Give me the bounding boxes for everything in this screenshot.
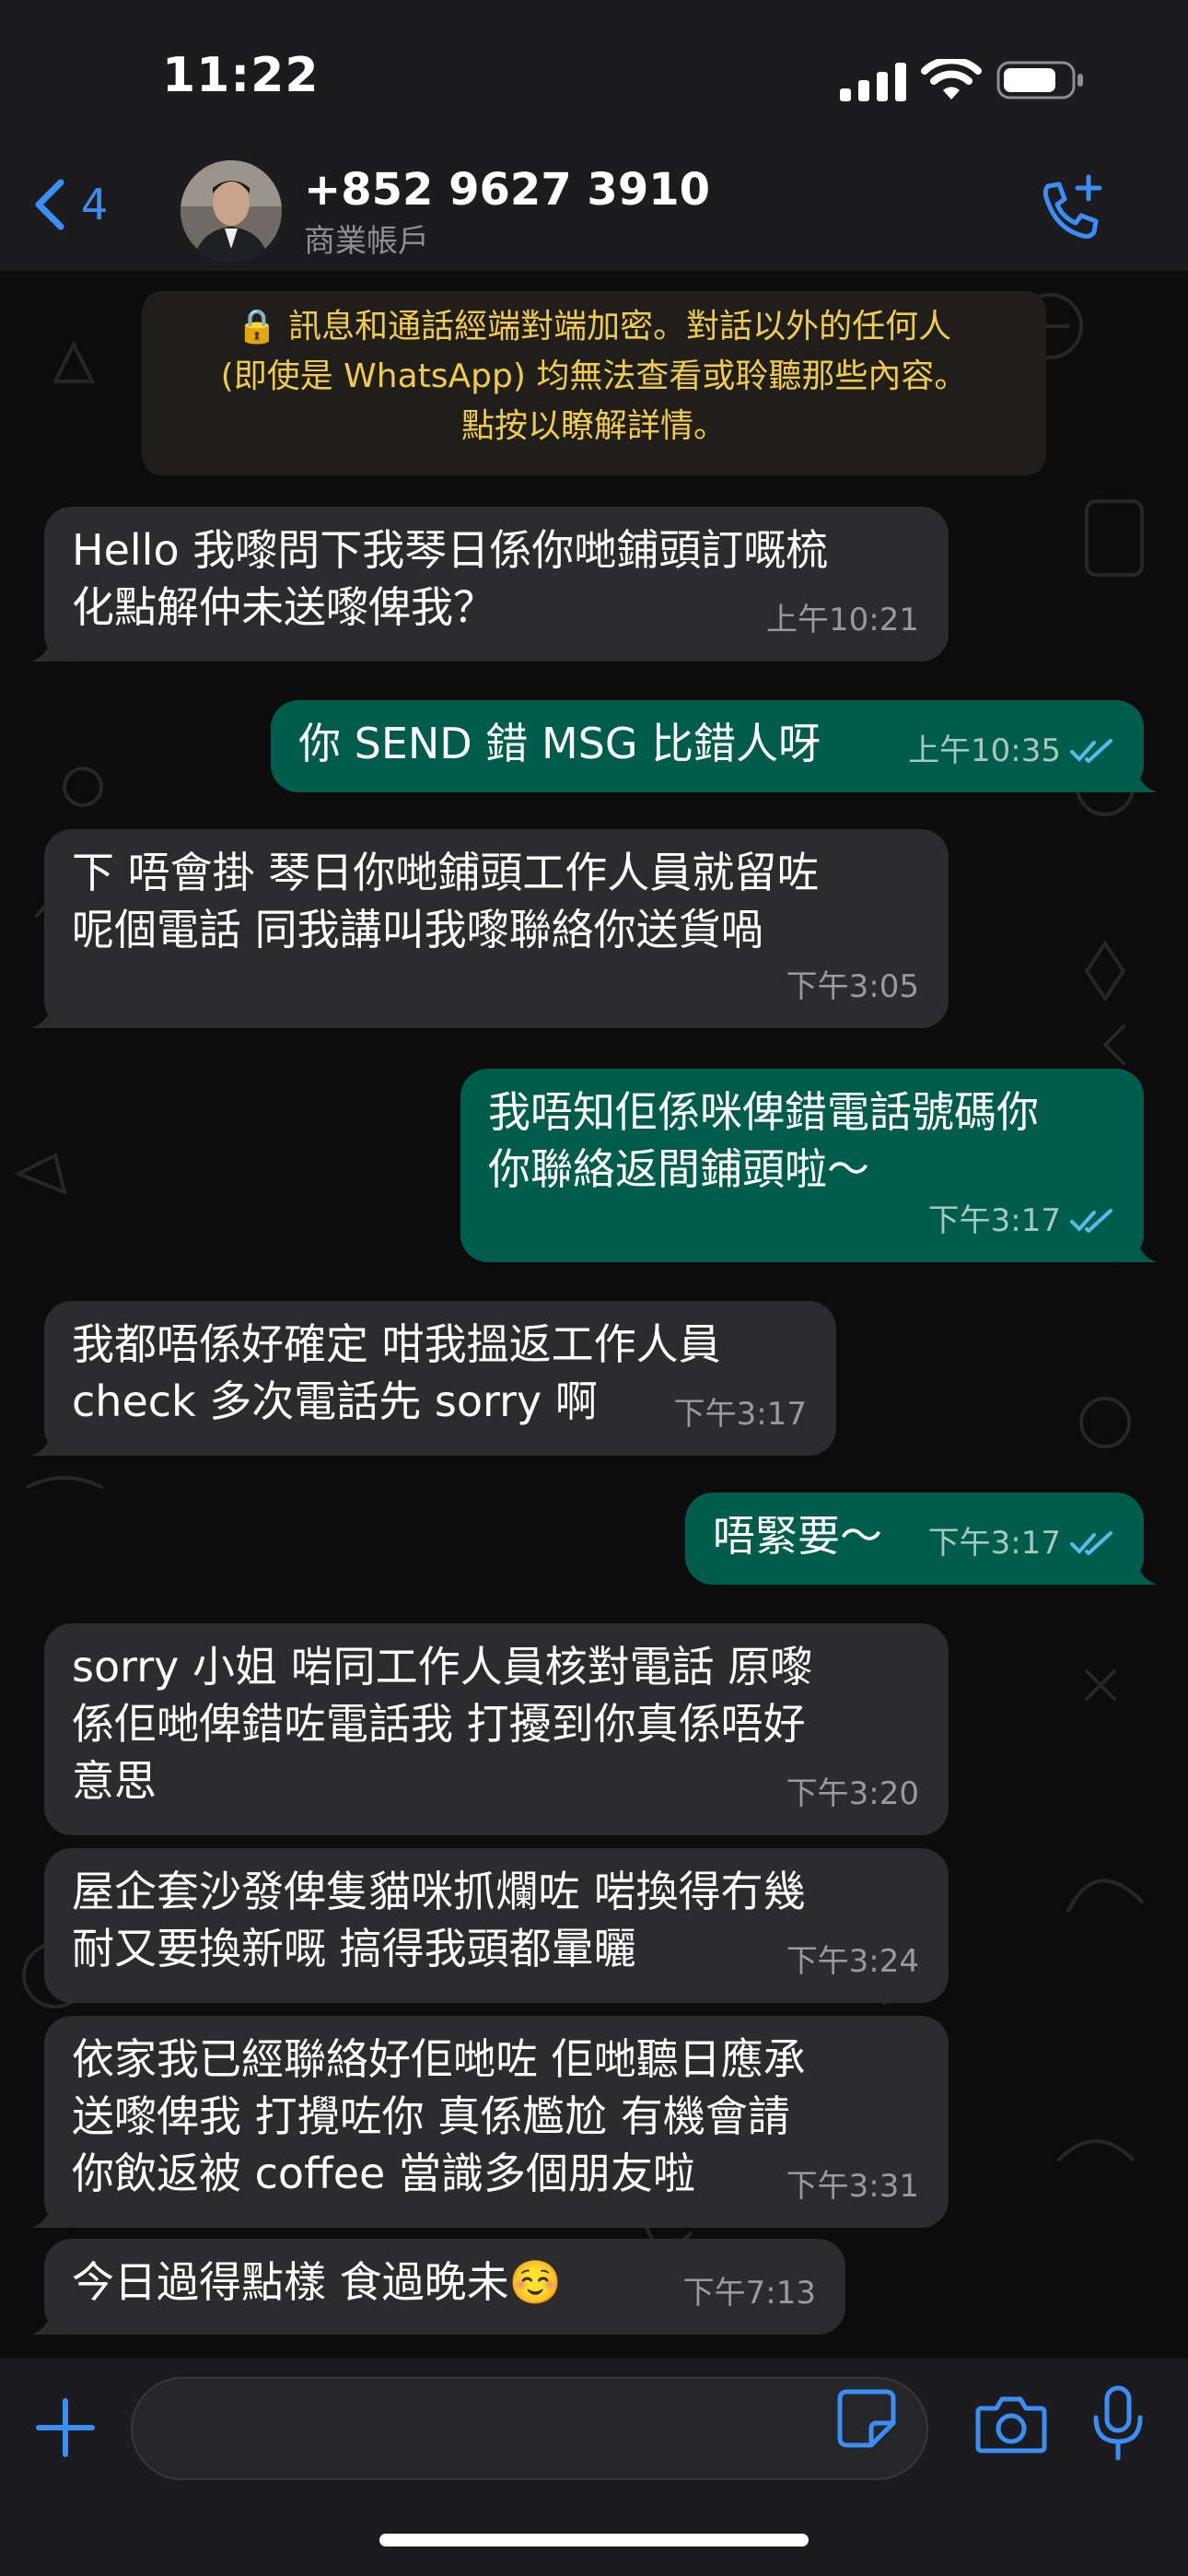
plus-icon[interactable]	[33, 2395, 98, 2460]
message-input[interactable]	[160, 2397, 845, 2464]
read-ticks-icon	[1070, 739, 1112, 763]
message-time: 下午3:24	[786, 1943, 919, 1980]
message-text: 我唔知佢係咪俾錯電話號碼你 你聯絡返間鋪頭啦～	[488, 1087, 1039, 1194]
mic-icon[interactable]	[1090, 2384, 1146, 2462]
message-bubble-incoming[interactable]: 下 唔會掛 琴日你哋鋪頭工作人員就留咗 呢個電話 同我講叫我嚟聯絡你送貨喎 下午…	[31, 829, 949, 1028]
bubble-tail	[1120, 761, 1157, 792]
status-time: 11:22	[162, 48, 320, 103]
message-bubble-outgoing[interactable]: 唔緊要～ 下午3:17	[685, 1493, 1157, 1585]
notice-line: 🔒 訊息和通話經端對端加密。對話以外的任何人	[236, 308, 952, 345]
bubble-tail	[31, 997, 68, 1028]
bubble-tail	[31, 2303, 68, 2335]
message-time: 上午10:21	[766, 602, 919, 638]
message-time: 下午3:31	[786, 2168, 919, 2205]
unread-count: 4	[81, 180, 109, 229]
message-bubble-incoming[interactable]: 我都唔係好確定 咁我搵返工作人員 check 多次電話先 sorry 啊 下午3…	[31, 1301, 836, 1456]
message-time: 下午3:05	[786, 968, 919, 1005]
message-time: 下午7:13	[682, 2275, 816, 2312]
person-avatar-image	[181, 160, 282, 262]
bubble-tail	[1120, 1553, 1157, 1585]
message-bubble-incoming[interactable]: 依家我已經聯絡好佢哋咗 佢哋聽日應承 送嚟俾我 打攪咗你 真係尷尬 有機會請 你…	[31, 2016, 949, 2228]
bubble-tail	[1120, 1231, 1157, 1262]
encryption-notice[interactable]: 🔒 訊息和通話經端對端加密。對話以外的任何人 (即使是 WhatsApp) 均無…	[142, 291, 1046, 475]
message-time: 下午3:17	[673, 1396, 807, 1433]
bubble-tail	[31, 2196, 68, 2228]
message-bubble-outgoing[interactable]: 我唔知佢係咪俾錯電話號碼你 你聯絡返間鋪頭啦～ 下午3:17	[460, 1069, 1157, 1262]
back-button[interactable]: 4	[31, 177, 108, 232]
message-bubble-outgoing[interactable]: 你 SEND 錯 MSG 比錯人呀 上午10:35	[271, 700, 1157, 792]
home-indicator[interactable]	[379, 2534, 809, 2547]
call-add-icon[interactable]	[1037, 173, 1107, 243]
status-bar: 11:22	[0, 0, 1188, 157]
contact-name[interactable]: +852 9627 3910	[304, 164, 710, 216]
notice-line: 點按以瞭解詳情。	[460, 407, 727, 445]
bubble-tail	[31, 630, 68, 662]
chat-header: 4 +852 9627 3910 商業帳戶	[0, 157, 1188, 273]
camera-icon[interactable]	[974, 2392, 1048, 2456]
sticker-icon[interactable]	[834, 2386, 899, 2451]
business-account-label: 商業帳戶	[304, 223, 429, 260]
message-input-wrapper	[131, 2377, 928, 2480]
message-bubble-incoming[interactable]: sorry 小姐 啱同工作人員核對電話 原嚟 係佢哋俾錯咗電話我 打擾到你真係唔…	[44, 1623, 949, 1835]
message-bubble-incoming[interactable]: Hello 我嚟問下我琴日係你哋鋪頭訂嘅梳 化點解仲未送嚟俾我？ 上午10:21	[31, 507, 949, 662]
back-chevron-icon	[35, 179, 64, 230]
message-time: 上午10:35	[908, 732, 1061, 769]
message-bubble-incoming[interactable]: 屋企套沙發俾隻貓咪抓爛咗 啱換得冇幾 耐又要換新嘅 搞得我頭都暈曬 下午3:24	[44, 1848, 949, 2003]
chat-thread[interactable]: 🔒 訊息和通話經端對端加密。對話以外的任何人 (即使是 WhatsApp) 均無…	[0, 271, 1188, 2359]
read-ticks-icon	[1070, 1209, 1112, 1233]
message-time: 下午3:17	[927, 1202, 1061, 1239]
notice-line: (即使是 WhatsApp) 均無法查看或聆聽那些內容。	[220, 357, 968, 395]
cellular-signal-icon	[840, 63, 906, 101]
wifi-icon	[921, 59, 982, 100]
bubble-tail	[31, 1424, 68, 1456]
read-ticks-icon	[1070, 1531, 1112, 1555]
message-time: 下午3:20	[786, 1775, 919, 1812]
contact-avatar[interactable]	[181, 160, 282, 262]
battery-icon	[996, 61, 1083, 100]
message-text: 下 唔會掛 琴日你哋鋪頭工作人員就留咗 呢個電話 同我講叫我嚟聯絡你送貨喎	[72, 848, 820, 954]
message-bubble-incoming[interactable]: 今日過得點樣 食過晚未☺️ 下午7:13	[31, 2239, 845, 2335]
message-time: 下午3:17	[927, 1525, 1061, 1562]
